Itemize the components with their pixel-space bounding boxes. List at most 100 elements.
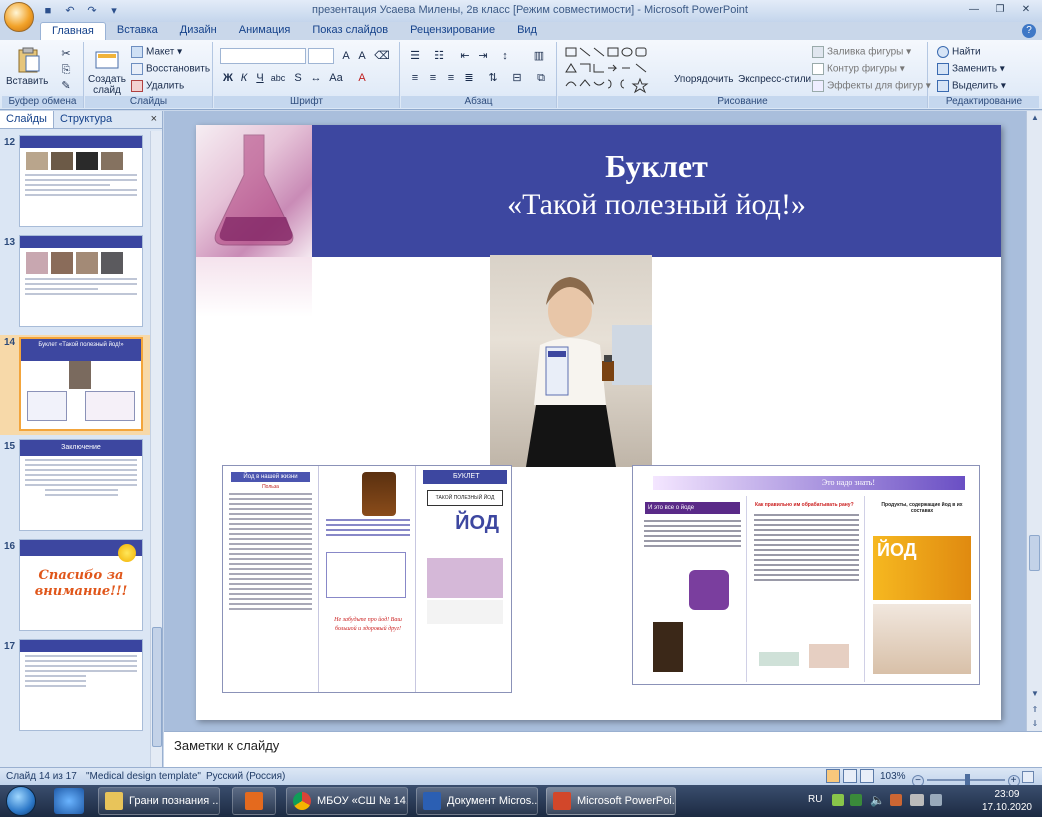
scrollbar-thumb[interactable]: [152, 627, 162, 747]
paste-button[interactable]: Вставить: [6, 76, 48, 87]
slide-thumbnail-15[interactable]: 15 Заключение: [0, 439, 150, 535]
tab-insert[interactable]: Вставка: [106, 22, 169, 40]
font-size-combo[interactable]: [308, 48, 334, 64]
shape-outline-button[interactable]: Контур фигуры ▾: [812, 63, 905, 75]
close-button[interactable]: ✕: [1014, 2, 1038, 18]
justify-icon[interactable]: ≣: [461, 70, 477, 86]
redo-icon[interactable]: ↷: [84, 3, 100, 19]
start-button[interactable]: [6, 786, 36, 816]
maximize-button[interactable]: ❐: [988, 2, 1012, 18]
shadow-icon[interactable]: S: [290, 70, 306, 86]
slideshow-view-icon[interactable]: [859, 769, 874, 783]
shapes-gallery[interactable]: [564, 46, 664, 94]
columns-icon[interactable]: ▥: [531, 48, 547, 64]
slide-thumbnail-14[interactable]: 14 Буклет «Такой полезный йод!»: [0, 335, 150, 435]
slide-thumbnail-16[interactable]: 16 Спасибо за внимание!!!: [0, 539, 150, 635]
normal-view-icon[interactable]: [826, 769, 840, 783]
tab-review[interactable]: Рецензирование: [399, 22, 506, 40]
minimize-button[interactable]: —: [962, 2, 986, 18]
underline-icon[interactable]: Ч: [252, 70, 268, 86]
clear-format-icon[interactable]: ⌫: [374, 48, 390, 64]
undo-icon[interactable]: ↶: [62, 3, 78, 19]
scroll-up-icon[interactable]: ▲: [1027, 111, 1042, 125]
tab-view[interactable]: Вид: [506, 22, 548, 40]
delete-button[interactable]: Удалить: [131, 80, 184, 92]
tray-app-icon[interactable]: [832, 794, 844, 806]
fit-to-window-icon[interactable]: [1022, 771, 1035, 783]
slide-thumbnail-13[interactable]: 13: [0, 235, 150, 331]
increase-indent-icon[interactable]: ⇥: [475, 48, 491, 64]
tray-flag-icon[interactable]: [890, 794, 902, 806]
new-slide-button[interactable]: Создать слайд: [87, 74, 127, 96]
network-icon[interactable]: [910, 794, 924, 806]
customize-qat-icon[interactable]: ▾: [106, 3, 122, 19]
change-case-icon[interactable]: Aa: [328, 70, 344, 86]
shrink-font-icon[interactable]: A: [354, 48, 370, 64]
font-color-icon[interactable]: A: [354, 70, 370, 86]
strike-icon[interactable]: abc: [270, 70, 286, 86]
select-button[interactable]: Выделить ▾: [937, 80, 1006, 92]
slide-thumbnail-17[interactable]: 17: [0, 639, 150, 735]
shape-effects-button[interactable]: Эффекты для фигур ▾: [812, 80, 931, 92]
tab-animation[interactable]: Анимация: [228, 22, 302, 40]
internet-explorer-icon[interactable]: [54, 788, 84, 814]
save-icon[interactable]: ■: [40, 3, 56, 19]
taskbar-item-folder[interactable]: Грани познания ...: [98, 787, 220, 815]
align-text-icon[interactable]: ⊟: [509, 70, 525, 86]
shape-fill-button[interactable]: Заливка фигуры ▾: [812, 46, 911, 58]
student-photo[interactable]: [490, 255, 652, 467]
next-slide-icon[interactable]: ⇓: [1027, 717, 1042, 731]
line-spacing-icon[interactable]: ↕: [497, 48, 513, 64]
cut-icon[interactable]: ✂: [58, 46, 74, 62]
language-indicator[interactable]: RU: [808, 794, 822, 805]
new-slide-icon[interactable]: [93, 46, 121, 74]
taskbar-item-media-player[interactable]: [232, 787, 276, 815]
current-slide[interactable]: Буклет «Такой полезный йод!» Йод в нашей…: [196, 125, 1001, 720]
layout-button[interactable]: Макет ▾: [131, 46, 182, 58]
volume-icon[interactable]: 🔈: [870, 793, 885, 807]
replace-button[interactable]: Заменить ▾: [937, 63, 1005, 75]
copy-icon[interactable]: ⎘: [58, 62, 74, 78]
smartart-icon[interactable]: ⧉: [533, 70, 549, 86]
notes-pane[interactable]: Заметки к слайду: [164, 731, 1042, 767]
italic-icon[interactable]: К: [236, 70, 252, 86]
tab-home[interactable]: Главная: [40, 22, 106, 40]
taskbar-item-chrome[interactable]: МБОУ «СШ № 14...: [286, 787, 408, 815]
bullets-icon[interactable]: ☰: [407, 48, 423, 64]
taskbar-item-powerpoint[interactable]: Microsoft PowerPoi...: [546, 787, 676, 815]
slide-sorter-icon[interactable]: [842, 769, 857, 783]
align-right-icon[interactable]: ≡: [443, 70, 459, 86]
slide-title[interactable]: Буклет: [312, 147, 1001, 185]
tab-outline[interactable]: Структура: [54, 111, 118, 128]
numbering-icon[interactable]: ☷: [431, 48, 447, 64]
clock[interactable]: 23:09 17.10.2020: [982, 788, 1032, 814]
booklet-left-image[interactable]: Йод в нашей жизни Польза Не забудьте про…: [222, 465, 512, 693]
arrange-button[interactable]: Упорядочить: [674, 74, 734, 85]
zoom-level[interactable]: 103%: [880, 771, 906, 782]
booklet-right-image[interactable]: Это надо знать! И это все о йоде Как пра…: [632, 465, 980, 685]
tab-design[interactable]: Дизайн: [169, 22, 228, 40]
font-name-combo[interactable]: [220, 48, 306, 64]
tab-slides[interactable]: Слайды: [0, 111, 54, 128]
paste-icon[interactable]: [14, 46, 42, 74]
slides-pane-scrollbar[interactable]: [150, 131, 162, 767]
close-pane-icon[interactable]: ×: [146, 111, 162, 128]
slide-subtitle[interactable]: «Такой полезный йод!»: [312, 187, 1001, 223]
scrollbar-thumb[interactable]: [1029, 535, 1040, 571]
align-left-icon[interactable]: ≡: [407, 70, 423, 86]
decrease-indent-icon[interactable]: ⇤: [457, 48, 473, 64]
taskbar-item-word[interactable]: Документ Micros...: [416, 787, 538, 815]
battery-icon[interactable]: [930, 794, 942, 806]
scroll-down-icon[interactable]: ▼: [1027, 687, 1042, 701]
slide-scrollbar[interactable]: ▲ ▼ ⇑ ⇓: [1026, 111, 1042, 731]
office-button[interactable]: [4, 2, 34, 32]
reset-button[interactable]: Восстановить: [131, 63, 210, 75]
help-icon[interactable]: ?: [1022, 24, 1036, 38]
align-center-icon[interactable]: ≡: [425, 70, 441, 86]
tray-security-icon[interactable]: [850, 794, 862, 806]
quick-styles-button[interactable]: Экспресс-стили: [738, 74, 811, 85]
bold-icon[interactable]: Ж: [220, 70, 236, 86]
language-status[interactable]: Русский (Россия): [206, 771, 285, 782]
slide-thumbnail-12[interactable]: 12: [0, 135, 150, 231]
tab-slideshow[interactable]: Показ слайдов: [301, 22, 399, 40]
